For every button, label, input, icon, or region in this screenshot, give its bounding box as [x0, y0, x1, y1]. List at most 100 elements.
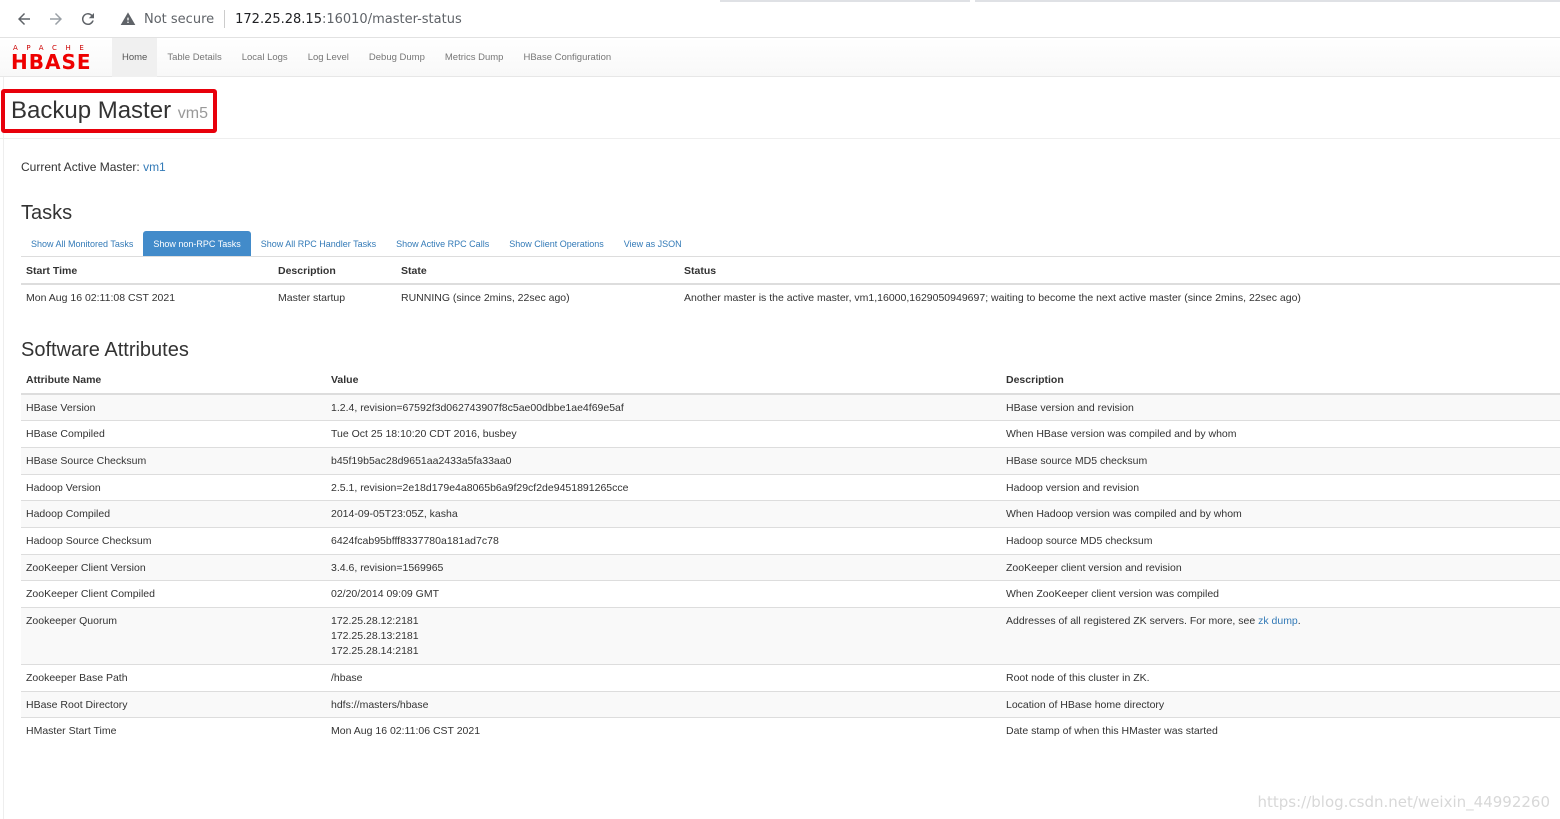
attribute-name: Hadoop Source Checksum	[21, 526, 326, 555]
page-title-host: vm5	[177, 105, 208, 122]
zk-dump-link[interactable]: zk dump	[1258, 615, 1298, 627]
attribute-name: HBase Source Checksum	[21, 446, 326, 475]
url-host: 172.25.28.15	[235, 11, 322, 27]
task-status: Another master is the active master, vm1…	[679, 283, 1560, 311]
tab-non-rpc-tasks[interactable]: Show non-RPC Tasks	[143, 231, 251, 256]
table-row: HBase Root Directory hdfs://masters/hbas…	[21, 690, 1560, 718]
attribute-value: b45f19b5ac28d9651aa2433a5fa33aa0	[326, 446, 1001, 475]
left-border	[3, 77, 4, 819]
attribute-name: ZooKeeper Client Compiled	[21, 580, 326, 608]
back-button[interactable]	[8, 3, 40, 35]
reload-icon	[81, 12, 94, 25]
table-row: HBase Version 1.2.4, revision=67592f3d06…	[21, 393, 1560, 421]
attribute-value: 3.4.6, revision=1569965	[326, 553, 1001, 581]
page-title: Backup Master vm5	[11, 97, 208, 125]
attribute-value: 2.5.1, revision=2e18d179e4a8065b6a9f29cf…	[326, 473, 1001, 501]
column-header: Description	[273, 258, 396, 285]
attribute-name: Zookeeper Base Path	[21, 664, 326, 692]
address-separator	[224, 10, 226, 28]
page-header-highlight: Backup Master vm5	[1, 89, 217, 133]
header-divider	[0, 138, 1560, 139]
table-row: ZooKeeper Client Version 3.4.6, revision…	[21, 553, 1560, 581]
task-description: Master startup	[273, 283, 396, 311]
nav-table-details[interactable]: Table Details	[157, 38, 231, 77]
attribute-name: Hadoop Version	[21, 473, 326, 501]
warning-icon	[120, 12, 136, 25]
attribute-description: Addresses of all registered ZK servers. …	[1001, 607, 1560, 665]
attribute-value: 172.25.28.12:2181 172.25.28.13:2181 172.…	[326, 607, 1001, 665]
table-row: Hadoop Version 2.5.1, revision=2e18d179e…	[21, 473, 1560, 501]
active-master-label: Current Active Master:	[21, 160, 140, 174]
page-title-text: Backup Master	[11, 97, 172, 124]
nav-hbase-configuration[interactable]: HBase Configuration	[513, 38, 621, 77]
software-attributes-table: Attribute Name Value Description HBase V…	[21, 367, 1560, 745]
attribute-value: hdfs://masters/hbase	[326, 690, 1001, 718]
attribute-name: HBase Compiled	[21, 420, 326, 448]
hbase-logo[interactable]: APACHE HBASE	[11, 42, 103, 74]
table-row: Zookeeper Quorum 172.25.28.12:2181 172.2…	[21, 607, 1560, 665]
column-header: Attribute Name	[21, 367, 326, 395]
attribute-description: HBase version and revision	[1001, 393, 1560, 421]
table-row: ZooKeeper Client Compiled 02/20/2014 09:…	[21, 580, 1560, 608]
table-row: Hadoop Compiled 2014-09-05T23:05Z, kasha…	[21, 500, 1560, 528]
active-master-link[interactable]: vm1	[143, 160, 166, 174]
app-navbar: APACHE HBASE Home Table Details Local Lo…	[0, 37, 1560, 77]
tab-active-rpc-calls[interactable]: Show Active RPC Calls	[386, 231, 499, 256]
column-header: Value	[326, 367, 1001, 395]
not-secure-label: Not secure	[144, 11, 215, 27]
attribute-description: When ZooKeeper client version was compil…	[1001, 580, 1560, 608]
attribute-name: HMaster Start Time	[21, 717, 326, 745]
attribute-description: When Hadoop version was compiled and by …	[1001, 500, 1560, 528]
quorum-desc-text: Addresses of all registered ZK servers. …	[1006, 615, 1259, 627]
attribute-value: 2014-09-05T23:05Z, kasha	[326, 500, 1001, 528]
tab-view-as-json[interactable]: View as JSON	[614, 231, 692, 256]
tab-all-rpc-handler-tasks[interactable]: Show All RPC Handler Tasks	[251, 231, 386, 256]
table-row: HMaster Start Time Mon Aug 16 02:11:06 C…	[21, 717, 1560, 745]
tab-all-monitored-tasks[interactable]: Show All Monitored Tasks	[21, 231, 143, 256]
attribute-name: Zookeeper Quorum	[21, 607, 326, 665]
attribute-value: 1.2.4, revision=67592f3d062743907f8c5ae0…	[326, 393, 1001, 421]
attribute-value: /hbase	[326, 664, 1001, 692]
nav-debug-dump[interactable]: Debug Dump	[359, 38, 435, 77]
column-header: Status	[679, 258, 1560, 285]
attribute-description: Hadoop version and revision	[1001, 473, 1560, 501]
quorum-server: 172.25.28.12:2181	[331, 615, 419, 627]
table-row: Mon Aug 16 02:11:08 CST 2021 Master star…	[21, 283, 1560, 311]
software-attributes-heading: Software Attributes	[21, 339, 189, 361]
attribute-value: Tue Oct 25 18:10:20 CDT 2016, busbey	[326, 420, 1001, 448]
attribute-description: ZooKeeper client version and revision	[1001, 553, 1560, 581]
table-row: HBase Compiled Tue Oct 25 18:10:20 CDT 2…	[21, 420, 1560, 448]
attribute-description: Hadoop source MD5 checksum	[1001, 526, 1560, 555]
attribute-description: Root node of this cluster in ZK.	[1001, 664, 1560, 692]
address-bar[interactable]: Not secure 172.25.28.15:16010/master-sta…	[108, 4, 1560, 34]
quorum-desc-suffix: .	[1297, 615, 1301, 627]
arrow-left-icon	[18, 12, 30, 25]
task-start-time: Mon Aug 16 02:11:08 CST 2021	[21, 283, 273, 311]
nav-local-logs[interactable]: Local Logs	[232, 38, 298, 77]
reload-button[interactable]	[72, 3, 104, 35]
tab-strip-line	[720, 0, 970, 2]
tasks-tabs: Show All Monitored Tasks Show non-RPC Ta…	[21, 231, 1560, 257]
nav-metrics-dump[interactable]: Metrics Dump	[435, 38, 514, 77]
url-path: :16010/master-status	[321, 11, 462, 27]
browser-toolbar: Not secure 172.25.28.15:16010/master-sta…	[0, 0, 1560, 38]
attribute-description: HBase source MD5 checksum	[1001, 446, 1560, 475]
attribute-name: HBase Version	[21, 393, 326, 421]
quorum-server: 172.25.28.13:2181	[331, 630, 419, 642]
attribute-description: Date stamp of when this HMaster was star…	[1001, 717, 1560, 745]
tasks-heading: Tasks	[21, 202, 73, 224]
attribute-value: 6424fcab95bfff8337780a181ad7c78	[326, 526, 1001, 555]
nav-home[interactable]: Home	[112, 37, 158, 77]
attribute-name: Hadoop Compiled	[21, 500, 326, 528]
tab-client-operations[interactable]: Show Client Operations	[499, 231, 614, 256]
attribute-description: When HBase version was compiled and by w…	[1001, 420, 1560, 448]
attribute-name: HBase Root Directory	[21, 690, 326, 718]
nav-menu: Home Table Details Local Logs Log Level …	[112, 37, 621, 77]
attribute-value: 02/20/2014 09:09 GMT	[326, 580, 1001, 608]
column-header: Description	[1001, 367, 1560, 395]
current-active-master: Current Active Master: vm1	[21, 160, 166, 174]
nav-log-level[interactable]: Log Level	[298, 38, 359, 77]
column-header: State	[396, 258, 679, 285]
table-row: Hadoop Source Checksum 6424fcab95bfff833…	[21, 526, 1560, 555]
forward-button[interactable]	[40, 3, 72, 35]
